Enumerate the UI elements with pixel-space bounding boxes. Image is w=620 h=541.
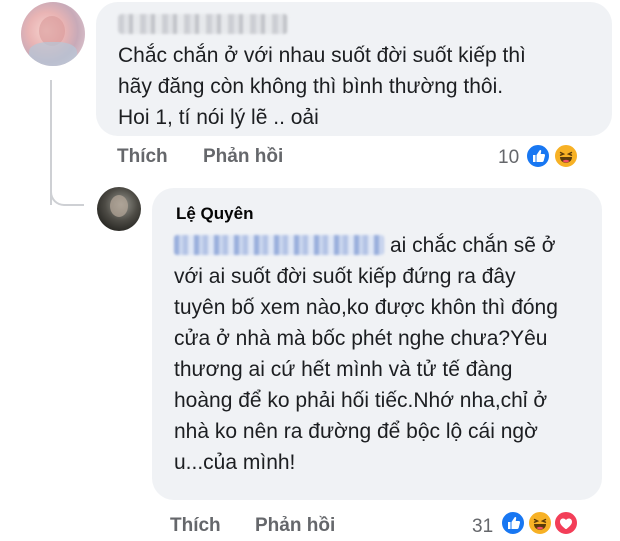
reaction-count[interactable]: 31 [472,516,493,538]
reply-button[interactable]: Phản hồi [255,515,335,537]
author-name-redacted[interactable] [118,14,288,34]
haha-icon[interactable] [527,510,553,536]
reply-button[interactable]: Phản hồi [203,146,283,168]
avatar[interactable] [97,187,141,231]
haha-icon[interactable] [553,143,579,169]
mention-tag-redacted[interactable] [174,235,384,255]
like-button[interactable]: Thích [170,515,221,537]
comment-bubble: Chắc chắn ở với nhau suốt đời suốt kiếp … [96,2,612,136]
thread-connector-curve [50,170,84,206]
comment-bubble: Lệ Quyên ai chắc chắn sẽ ở với ai suốt đ… [152,188,602,500]
comment-text: ai chắc chắn sẽ ở với ai suốt đời suốt k… [174,230,564,478]
reaction-count[interactable]: 10 [498,147,519,169]
comment-thread: Chắc chắn ở với nhau suốt đời suốt kiếp … [0,0,620,541]
comment-text: Chắc chắn ở với nhau suốt đời suốt kiếp … [118,44,526,129]
avatar-blur [29,42,77,66]
like-icon[interactable] [525,143,551,169]
avatar-face [110,195,128,217]
like-icon[interactable] [500,510,526,536]
author-name[interactable]: Lệ Quyên [176,204,584,224]
comment-text-body: ai chắc chắn sẽ ở với ai suốt đời suốt k… [174,234,558,474]
love-icon[interactable] [553,510,579,536]
avatar[interactable] [21,2,85,66]
like-button[interactable]: Thích [117,146,168,168]
